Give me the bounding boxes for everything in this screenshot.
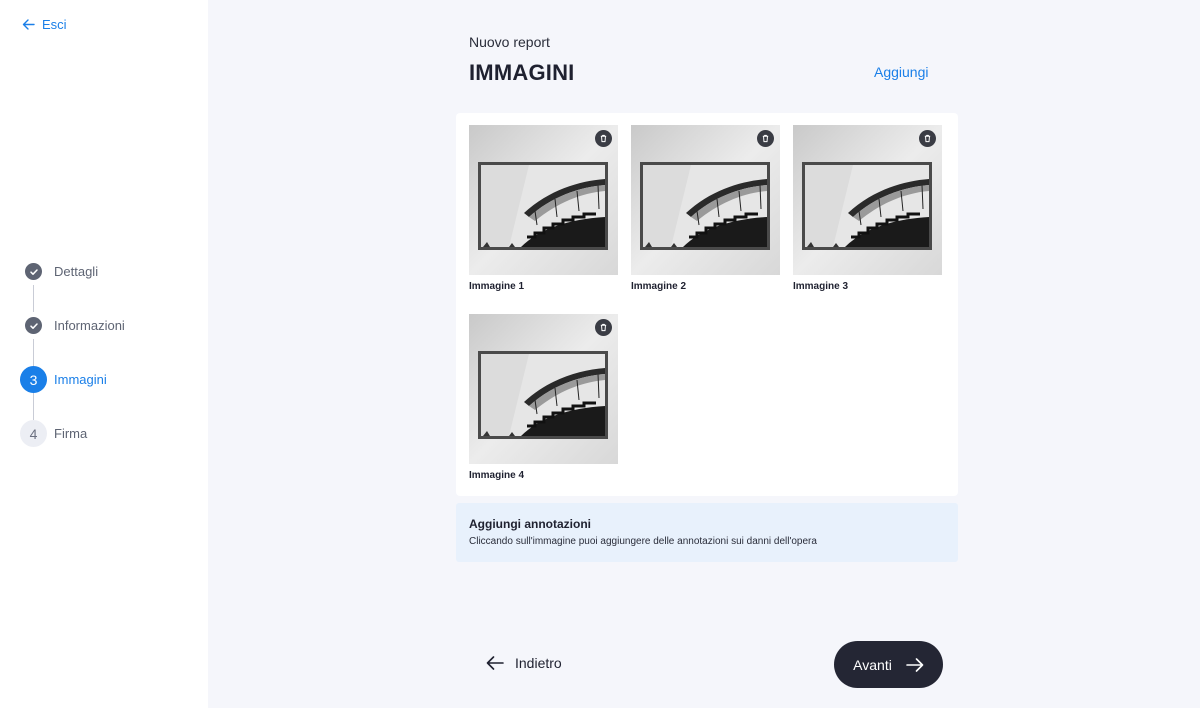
image-thumbnail[interactable] [469, 314, 618, 464]
image-tile: Immagine 3 [793, 125, 942, 292]
page-title: IMMAGINI [469, 60, 575, 85]
artwork-photo [631, 125, 780, 275]
image-thumbnail[interactable] [631, 125, 780, 275]
image-label: Immagine 2 [631, 281, 687, 292]
arrow-right-icon [906, 657, 924, 672]
arrow-left-icon [22, 19, 35, 30]
hint-title: Aggiungi annotazioni [469, 517, 591, 531]
step-connector [33, 393, 34, 420]
step-dettagli[interactable]: Dettagli [20, 258, 125, 312]
exit-link[interactable]: Esci [22, 17, 67, 32]
delete-image-button[interactable] [595, 319, 612, 336]
check-icon [29, 322, 38, 329]
back-label: Indietro [515, 655, 562, 671]
sidebar: Esci Dettagli Informazioni 3 Immagini 4 … [0, 0, 208, 708]
image-tile: Immagine 2 [631, 125, 780, 292]
next-button[interactable]: Avanti [834, 641, 943, 688]
step-indicator-done [20, 312, 47, 339]
step-label: Dettagli [54, 264, 99, 279]
step-immagini[interactable]: 3 Immagini [20, 366, 125, 420]
step-label: Informazioni [54, 318, 125, 333]
annotation-hint: Aggiungi annotazioni Cliccando sull'imma… [456, 503, 958, 562]
image-label: Immagine 1 [469, 281, 525, 292]
image-thumbnail[interactable] [793, 125, 942, 275]
image-grid: Immagine 1 Immagine 2 Immagine 3 Immagin… [456, 113, 958, 496]
delete-image-button[interactable] [757, 130, 774, 147]
stepper: Dettagli Informazioni 3 Immagini 4 Firma [20, 258, 125, 447]
delete-image-button[interactable] [595, 130, 612, 147]
next-label: Avanti [853, 656, 892, 673]
step-number-active: 3 [20, 366, 47, 393]
image-thumbnail[interactable] [469, 125, 618, 275]
step-label: Firma [54, 426, 88, 441]
trash-icon [762, 134, 769, 143]
trash-icon [924, 134, 931, 143]
image-tile: Immagine 4 [469, 314, 618, 481]
step-firma[interactable]: 4 Firma [20, 420, 125, 447]
hint-text: Cliccando sull'immagine puoi aggiungere … [469, 536, 817, 547]
artwork-photo [793, 125, 942, 275]
trash-icon [600, 134, 607, 143]
image-label: Immagine 4 [469, 470, 525, 481]
image-tile: Immagine 1 [469, 125, 618, 292]
check-icon [29, 268, 38, 275]
artwork-photo [469, 125, 618, 275]
exit-label: Esci [42, 17, 67, 32]
add-image-link[interactable]: Aggiungi [874, 64, 929, 80]
delete-image-button[interactable] [919, 130, 936, 147]
step-number: 4 [20, 420, 47, 447]
step-label: Immagini [54, 372, 107, 387]
trash-icon [600, 323, 607, 332]
step-connector [33, 285, 34, 312]
artwork-photo [469, 314, 618, 464]
page-subtitle: Nuovo report [469, 34, 550, 50]
step-informazioni[interactable]: Informazioni [20, 312, 125, 366]
arrow-left-icon [486, 656, 504, 670]
step-indicator-done [20, 258, 47, 285]
back-button[interactable]: Indietro [486, 655, 562, 671]
image-label: Immagine 3 [793, 281, 849, 292]
step-connector [33, 339, 34, 366]
